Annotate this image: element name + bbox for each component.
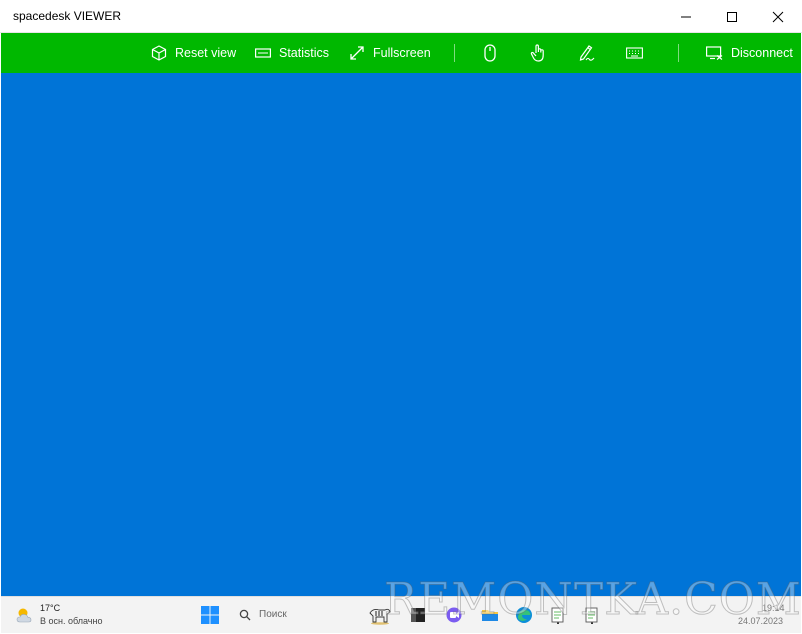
taskbar-app-edge[interactable] <box>514 605 534 625</box>
minimize-button[interactable] <box>663 0 709 33</box>
window-title: spacedesk VIEWER <box>13 9 122 23</box>
tray-clock-time[interactable]: 19:14 <box>762 603 785 613</box>
fullscreen-label: Fullscreen <box>373 46 431 60</box>
edge-icon <box>516 607 532 623</box>
remote-desktop-view[interactable] <box>1 73 801 596</box>
taskbar-app-notepad-2[interactable] <box>582 605 602 625</box>
statistics-button[interactable]: Statistics <box>255 33 329 73</box>
keyboard-icon <box>626 47 643 59</box>
pen-icon <box>579 45 595 61</box>
taskbar-app-notepad[interactable] <box>548 605 568 625</box>
viewer-toolbar: Reset view Statistics Fullscreen Disconn… <box>1 33 801 73</box>
taskbar-app-chat[interactable] <box>444 605 464 625</box>
taskbar: 17°C В осн. облачно Поиск 19:14 24.07.20… <box>1 596 801 633</box>
close-icon <box>772 11 784 22</box>
taskbar-app-terminal[interactable] <box>408 605 428 625</box>
maximize-button[interactable] <box>709 0 755 33</box>
taskbar-search[interactable]: Поиск <box>237 603 347 627</box>
touch-mode-button[interactable] <box>530 33 554 73</box>
statistics-label: Statistics <box>279 46 330 60</box>
statistics-icon <box>255 48 271 58</box>
notepad-icon <box>551 607 564 624</box>
minimize-icon <box>681 16 691 17</box>
reset-view-button[interactable]: Reset view <box>151 33 236 73</box>
disconnect-icon <box>706 46 723 60</box>
mouse-mode-button[interactable] <box>483 33 505 73</box>
taskbar-app-zebra[interactable] <box>367 605 393 625</box>
disconnect-button[interactable]: Disconnect <box>706 33 793 73</box>
cube-icon <box>151 45 167 61</box>
title-bar: spacedesk VIEWER <box>0 0 802 33</box>
toolbar-divider <box>454 44 455 62</box>
keyboard-button[interactable] <box>626 33 651 73</box>
weather-condition: В осн. облачно <box>40 616 103 626</box>
fullscreen-icon <box>350 46 364 60</box>
mouse-icon <box>484 44 496 62</box>
terminal-icon <box>411 608 425 622</box>
partly-cloudy-icon <box>16 608 32 623</box>
reset-view-label: Reset view <box>175 46 237 60</box>
search-placeholder: Поиск <box>259 609 287 620</box>
toolbar-divider <box>678 44 679 62</box>
search-icon <box>239 609 251 621</box>
windows-logo-icon <box>201 606 219 624</box>
weather-temperature: 17°C <box>40 603 61 613</box>
zebra-icon <box>369 608 391 625</box>
tray-clock-date[interactable]: 24.07.2023 <box>738 616 783 626</box>
hand-icon <box>530 44 544 62</box>
weather-widget[interactable]: 17°C В осн. облачно <box>1 597 121 633</box>
chat-icon <box>446 607 462 623</box>
folder-icon <box>482 610 498 621</box>
notepad-icon <box>585 607 598 624</box>
fullscreen-button[interactable]: Fullscreen <box>349 33 431 73</box>
disconnect-label: Disconnect <box>731 46 793 60</box>
taskbar-app-file-explorer[interactable] <box>480 605 500 625</box>
start-button[interactable] <box>200 605 220 625</box>
pen-mode-button[interactable] <box>578 33 604 73</box>
maximize-icon <box>727 11 737 22</box>
close-button[interactable] <box>755 0 801 33</box>
